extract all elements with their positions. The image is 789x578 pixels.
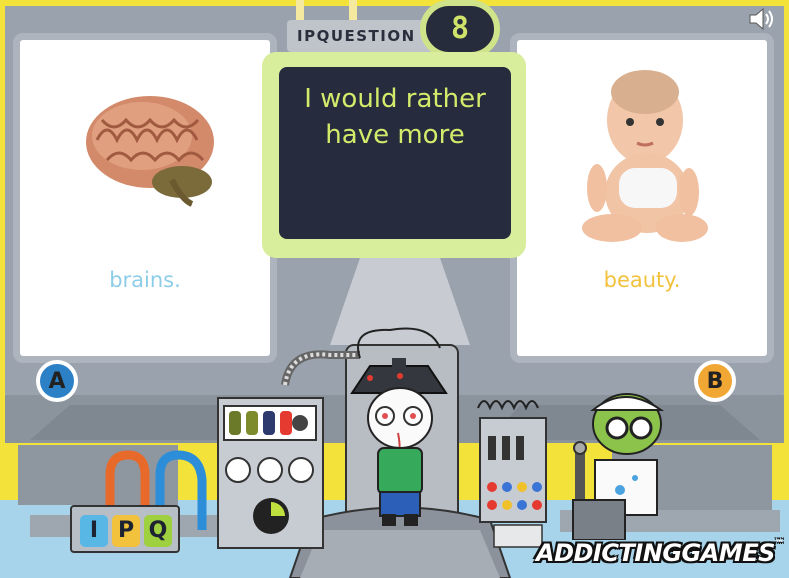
kid-character	[350, 327, 448, 526]
section-label-bar: IPQUESTION	[287, 20, 437, 52]
answer-card-a[interactable]: brains.	[13, 33, 277, 363]
ipq-letter-q: Q	[144, 515, 172, 547]
choice-b-button[interactable]: B	[694, 360, 736, 402]
answer-text-b: beauty.	[603, 268, 681, 292]
question-screen: I would rather have more	[262, 52, 526, 258]
scientist-character	[572, 393, 665, 540]
brain-image	[86, 96, 214, 207]
question-number: 8	[450, 11, 470, 46]
logo-text: ADDICTINGGAMES	[536, 539, 775, 567]
answer-text-a: brains.	[109, 268, 181, 292]
speaker-icon[interactable]	[748, 7, 774, 31]
logo-trademark: ™	[774, 539, 784, 549]
ipq-machine: I P Q	[70, 505, 180, 553]
ipq-letter-i: I	[80, 515, 108, 547]
question-text: I would rather have more	[304, 84, 486, 150]
section-label: IPQUESTION	[297, 27, 416, 45]
answer-card-b[interactable]: beauty.	[510, 33, 774, 363]
question-display: I would rather have more	[279, 67, 511, 239]
baby-image	[582, 70, 708, 242]
addicting-games-logo[interactable]: ADDICTINGGAMES™	[536, 539, 784, 567]
ipq-letter-p: P	[112, 515, 140, 547]
choice-a-button[interactable]: A	[36, 360, 78, 402]
question-counter: 8	[420, 0, 500, 58]
